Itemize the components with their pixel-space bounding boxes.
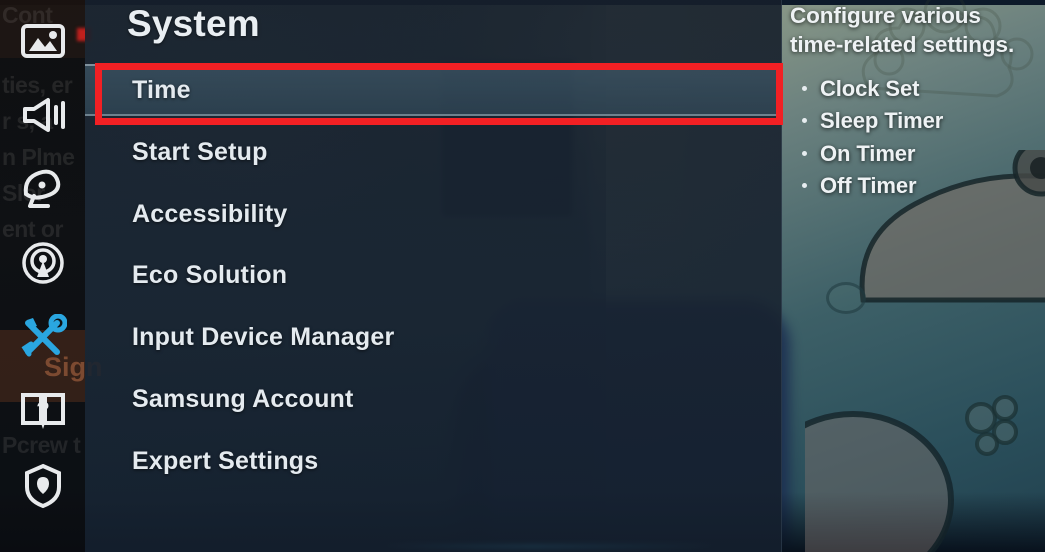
menu-item-eco-solution[interactable]: Eco Solution	[85, 249, 782, 301]
network-antenna-icon	[21, 242, 64, 284]
sound-icon	[22, 98, 65, 132]
settings-category-rail: Cont ties, er r s, a n Plme Slor ent or …	[0, 0, 103, 552]
support-help-icon: ?	[20, 393, 65, 429]
satellite-dish-icon	[23, 169, 60, 208]
description-bullet-sleep-timer: Sleep Timer	[802, 105, 1040, 138]
menu-item-input-device-manager[interactable]: Input Device Manager	[85, 311, 782, 363]
rail-item-sound[interactable]	[0, 84, 85, 146]
description-text: Configure various time-related settings.	[790, 3, 1015, 57]
rail-item-privacy[interactable]	[0, 455, 85, 517]
svg-text:?: ?	[36, 397, 49, 422]
description-panel: Configure various time-related settings.…	[790, 2, 1040, 203]
rail-item-picture[interactable]	[0, 10, 85, 72]
privacy-shield-icon	[24, 463, 61, 509]
rail-item-network[interactable]	[0, 232, 85, 294]
menu-item-start-setup[interactable]: Start Setup	[85, 126, 782, 178]
menu-item-accessibility[interactable]: Accessibility	[85, 188, 782, 240]
rail-item-system[interactable]	[0, 306, 85, 368]
description-bullet-off-timer: Off Timer	[802, 170, 1040, 203]
menu-item-expert-settings[interactable]: Expert Settings	[85, 435, 782, 487]
tv-settings-screen: Cont ties, er r s, a n Plme Slor ent or …	[0, 0, 1045, 552]
page-title: System	[127, 3, 260, 44]
picture-icon	[20, 24, 65, 58]
description-bullet-clock-set: Clock Set	[802, 73, 1040, 106]
menu-item-samsung-account[interactable]: Samsung Account	[85, 373, 782, 425]
description-bullet-on-timer: On Timer	[802, 138, 1040, 171]
description-bullet-list: Clock Set Sleep Timer On Timer Off Timer	[790, 73, 1040, 203]
red-highlight-box	[95, 63, 783, 125]
rail-item-support[interactable]: ?	[0, 380, 85, 442]
system-tools-icon	[21, 314, 67, 357]
rail-item-broadcasting[interactable]	[0, 158, 85, 220]
